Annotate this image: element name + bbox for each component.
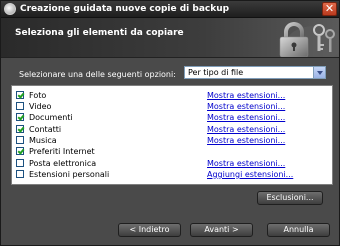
add-extensions-link[interactable]: Aggiungi estensioni... <box>207 169 293 180</box>
checkbox-foto[interactable] <box>16 91 24 99</box>
checkbox-video[interactable] <box>16 102 24 110</box>
options-label: Selezionare una delle seguenti opzioni: <box>19 70 176 79</box>
list-item-contatti: Contatti Mostra estensioni... <box>12 124 332 135</box>
options-select[interactable]: Per tipo di file <box>184 66 326 79</box>
item-label: Foto <box>29 91 47 100</box>
show-extensions-link[interactable]: Mostra estensioni... <box>207 135 285 146</box>
list-item-estensioni-personali: Estensioni personali Aggiungi estensioni… <box>12 169 332 180</box>
list-item-posta-elettronica: Posta elettronica Mostra estensioni... <box>12 158 332 169</box>
list-item-documenti: Documenti Mostra estensioni... <box>12 112 332 123</box>
checkbox-musica[interactable] <box>16 136 24 144</box>
next-button[interactable]: Avanti > <box>190 223 253 237</box>
padlock-keys-icon <box>279 22 339 57</box>
list-item-video: Video Mostra estensioni... <box>12 101 332 112</box>
item-label: Contatti <box>29 125 62 134</box>
items-list: Foto Mostra estensioni... Video Mostra e… <box>11 85 333 185</box>
show-extensions-link[interactable]: Mostra estensioni... <box>207 101 285 112</box>
item-label: Video <box>29 102 52 111</box>
backup-app-icon <box>4 3 16 15</box>
checkbox-posta-elettronica[interactable] <box>16 159 24 167</box>
exclusions-button[interactable]: Esclusioni... <box>257 191 323 205</box>
window-title: Creazione guidata nuove copie di backup <box>20 4 230 14</box>
item-label: Preferiti Internet <box>29 147 95 156</box>
checkbox-documenti[interactable] <box>16 113 24 121</box>
chevron-down-icon[interactable] <box>313 67 325 78</box>
item-label: Estensioni personali <box>29 170 110 179</box>
checkbox-contatti[interactable] <box>16 125 24 133</box>
close-button[interactable]: ✕ <box>322 2 337 16</box>
list-item-foto: Foto Mostra estensioni... <box>12 90 332 101</box>
item-label: Musica <box>29 136 57 145</box>
show-extensions-link[interactable]: Mostra estensioni... <box>207 158 285 169</box>
wizard-banner: Seleziona gli elementi da copiare <box>1 18 339 58</box>
show-extensions-link[interactable]: Mostra estensioni... <box>207 90 285 101</box>
item-label: Posta elettronica <box>29 159 97 168</box>
show-extensions-link[interactable]: Mostra estensioni... <box>207 112 285 123</box>
cancel-button[interactable]: Annulla <box>267 223 330 237</box>
checkbox-preferiti-internet[interactable] <box>16 147 24 155</box>
step-heading: Seleziona gli elementi da copiare <box>15 28 184 38</box>
list-item-musica: Musica Mostra estensioni... <box>12 135 332 146</box>
show-extensions-link[interactable]: Mostra estensioni... <box>207 124 285 135</box>
back-button[interactable]: < Indietro <box>118 223 181 237</box>
checkbox-estensioni-personali[interactable] <box>16 170 24 178</box>
wizard-window: Creazione guidata nuove copie di backup … <box>0 0 340 246</box>
list-item-preferiti-internet: Preferiti Internet <box>12 146 332 157</box>
options-select-value: Per tipo di file <box>188 68 244 77</box>
title-bar[interactable]: Creazione guidata nuove copie di backup … <box>1 1 339 18</box>
close-icon: ✕ <box>324 2 335 15</box>
item-label: Documenti <box>29 113 73 122</box>
